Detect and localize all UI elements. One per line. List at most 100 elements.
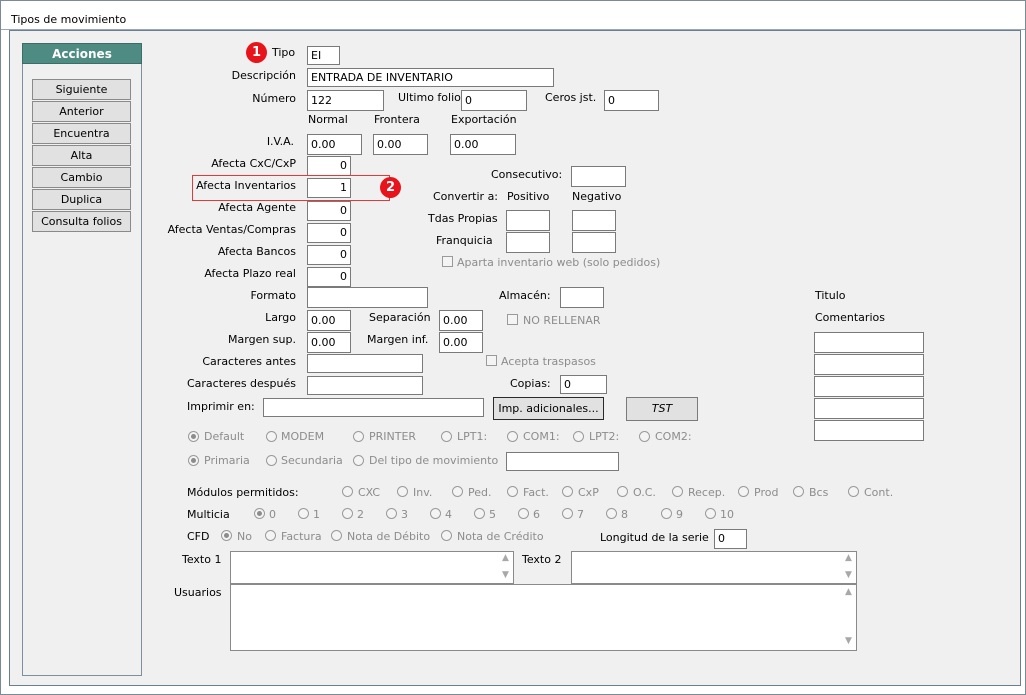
- consecutivo-input[interactable]: [571, 166, 626, 187]
- franquicia-positivo-input[interactable]: [506, 232, 550, 253]
- texto1-scroll-up-icon[interactable]: ▲: [502, 553, 509, 563]
- modulo-recep-check[interactable]: [672, 486, 683, 497]
- usuarios-textarea[interactable]: [230, 584, 857, 651]
- encuentra-button[interactable]: Encuentra: [32, 123, 131, 144]
- modulo-cont-check[interactable]: [848, 486, 859, 497]
- copias-input[interactable]: 0: [560, 375, 607, 394]
- longitud-serie-input[interactable]: 0: [714, 529, 747, 549]
- multicia-radio-6[interactable]: [518, 508, 529, 519]
- multicia-radio-2[interactable]: [342, 508, 353, 519]
- texto2-scroll-down-icon[interactable]: ▼: [845, 570, 852, 580]
- texto1-textarea[interactable]: [230, 551, 514, 584]
- almacen-input[interactable]: [560, 287, 604, 308]
- multicia-radio-8[interactable]: [606, 508, 617, 519]
- afecta-agente-input[interactable]: 0: [307, 201, 351, 221]
- radio-primaria[interactable]: [188, 455, 199, 466]
- radio-lpt2[interactable]: [573, 431, 584, 442]
- del-tipo-input[interactable]: [506, 452, 619, 471]
- multicia-radio-9[interactable]: [661, 508, 672, 519]
- step-badge-2: 2: [380, 177, 401, 198]
- ceros-input[interactable]: 0: [604, 90, 659, 111]
- imprimir-en-input[interactable]: [263, 398, 484, 417]
- usuarios-scroll-down-icon[interactable]: ▼: [845, 636, 852, 646]
- multicia-radio-3[interactable]: [386, 508, 397, 519]
- afecta-ventas-compras-input[interactable]: 0: [307, 223, 351, 243]
- cfd-radio-nota-credito[interactable]: [441, 530, 452, 541]
- radio-secundaria[interactable]: [266, 455, 277, 466]
- comentarios-input-5[interactable]: [814, 420, 924, 441]
- multicia-radio-4[interactable]: [430, 508, 441, 519]
- iva-normal-input[interactable]: 0.00: [307, 134, 362, 155]
- caracteres-antes-label: Caracteres antes: [202, 355, 296, 368]
- descripcion-input[interactable]: ENTRADA DE INVENTARIO: [307, 68, 554, 87]
- no-rellenar-checkbox[interactable]: [507, 314, 518, 325]
- cfd-radio-no[interactable]: [221, 530, 232, 541]
- afecta-bancos-input[interactable]: 0: [307, 245, 351, 265]
- radio-modem[interactable]: [266, 431, 277, 442]
- separacion-input[interactable]: 0.00: [439, 310, 483, 331]
- comentarios-input-1[interactable]: [814, 332, 924, 353]
- cambio-button[interactable]: Cambio: [32, 167, 131, 188]
- siguiente-button[interactable]: Siguiente: [32, 79, 131, 100]
- modulo-fact-check[interactable]: [507, 486, 518, 497]
- modulo-cxc-check[interactable]: [342, 486, 353, 497]
- tdas-positivo-input[interactable]: [506, 210, 550, 231]
- multicia-radio-5[interactable]: [474, 508, 485, 519]
- radio-com2[interactable]: [639, 431, 650, 442]
- margen-sup-input[interactable]: 0.00: [307, 332, 351, 353]
- modulo-recep-label: Recep.: [688, 486, 726, 499]
- modulo-inv-check[interactable]: [397, 486, 408, 497]
- usuarios-scroll-up-icon[interactable]: ▲: [845, 587, 852, 597]
- radio-lpt1[interactable]: [441, 431, 452, 442]
- caracteres-despues-input[interactable]: [307, 376, 423, 395]
- acepta-traspasos-checkbox[interactable]: [486, 355, 497, 366]
- afecta-inventarios-input[interactable]: 1: [307, 178, 351, 198]
- radio-del-tipo[interactable]: [353, 455, 364, 466]
- imp-adicionales-button[interactable]: Imp. adicionales...: [493, 397, 604, 420]
- multicia-radio-7[interactable]: [562, 508, 573, 519]
- ultimo-folio-input[interactable]: 0: [461, 90, 527, 111]
- formato-label: Formato: [250, 289, 297, 302]
- duplica-button[interactable]: Duplica: [32, 189, 131, 210]
- texto2-textarea[interactable]: [571, 551, 857, 584]
- franquicia-negativo-input[interactable]: [572, 232, 616, 253]
- modulo-bcs-check[interactable]: [793, 486, 804, 497]
- largo-input[interactable]: 0.00: [307, 310, 351, 331]
- cfd-radio-nota-debito[interactable]: [331, 530, 342, 541]
- texto1-label: Texto 1: [182, 553, 222, 566]
- tst-button[interactable]: TST: [626, 397, 698, 421]
- margen-inf-input[interactable]: 0.00: [439, 332, 483, 353]
- multicia-radio-0[interactable]: [254, 508, 265, 519]
- texto2-scroll-up-icon[interactable]: ▲: [845, 553, 852, 563]
- modulo-oc-check[interactable]: [617, 486, 628, 497]
- iva-exportacion-input[interactable]: 0.00: [450, 134, 516, 155]
- texto1-scroll-down-icon[interactable]: ▼: [502, 570, 509, 580]
- radio-default[interactable]: [188, 431, 199, 442]
- consulta-folios-button[interactable]: Consulta folios: [32, 211, 131, 232]
- multicia-radio-10[interactable]: [705, 508, 716, 519]
- radio-printer-label: PRINTER: [369, 430, 417, 443]
- comentarios-input-3[interactable]: [814, 376, 924, 397]
- formato-input[interactable]: [307, 287, 428, 308]
- iva-frontera-input[interactable]: 0.00: [373, 134, 428, 155]
- comentarios-input-2[interactable]: [814, 354, 924, 375]
- anterior-button[interactable]: Anterior: [32, 101, 131, 122]
- numero-input[interactable]: 122: [307, 90, 384, 111]
- comentarios-input-4[interactable]: [814, 398, 924, 419]
- afecta-plazo-input[interactable]: 0: [307, 267, 351, 287]
- ceros-label: Ceros jst.: [545, 91, 597, 104]
- modulo-ped-check[interactable]: [452, 486, 463, 497]
- alta-button[interactable]: Alta: [32, 145, 131, 166]
- modulo-prod-check[interactable]: [738, 486, 749, 497]
- cfd-radio-factura[interactable]: [265, 530, 276, 541]
- tdas-negativo-input[interactable]: [572, 210, 616, 231]
- modulo-cxp-check[interactable]: [562, 486, 573, 497]
- afecta-cxc-input[interactable]: 0: [307, 156, 351, 176]
- multicia-radio-1[interactable]: [298, 508, 309, 519]
- tipo-input[interactable]: EI: [307, 46, 340, 65]
- radio-printer[interactable]: [353, 431, 364, 442]
- caracteres-antes-input[interactable]: [307, 354, 423, 373]
- radio-com1[interactable]: [507, 431, 518, 442]
- multicia-label-5: 5: [489, 508, 496, 521]
- aparta-checkbox[interactable]: [442, 256, 453, 267]
